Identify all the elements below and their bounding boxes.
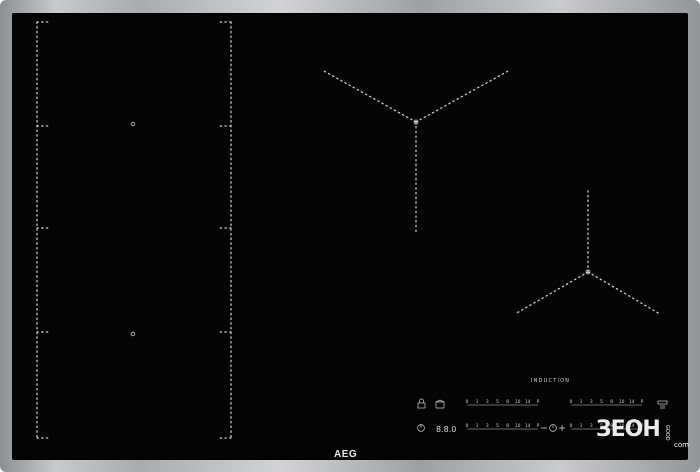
flex-induction-zones xyxy=(36,21,232,439)
slider-tick-label: 1 xyxy=(476,423,479,428)
watermark-side-text: GOOD xyxy=(664,425,670,441)
brand-logo: AEG xyxy=(334,449,358,460)
hob-to-hood-icon[interactable] xyxy=(657,400,668,409)
slider-tick-label: 8 xyxy=(506,423,509,428)
cooking-zone-top-right xyxy=(321,69,511,233)
timer-icon[interactable] xyxy=(549,424,557,432)
slider-tick-label: 1 xyxy=(580,423,583,428)
cooking-zone-bottom-right xyxy=(514,187,661,315)
slider-tick-label: P xyxy=(537,399,540,404)
zone-arm xyxy=(514,271,589,315)
plus-icon[interactable] xyxy=(559,425,565,431)
slider-tick-label: 8 xyxy=(506,399,509,404)
slider-tick-label: 1 xyxy=(580,399,583,404)
slider-tick-label: 5 xyxy=(496,399,499,404)
power-slider-bottom-left[interactable]: 0 1 3 5 8 10 14 P xyxy=(466,423,540,430)
slider-tick-label: 8 xyxy=(610,399,613,404)
slider-tick-label: P xyxy=(641,399,644,404)
power-slider-top-left[interactable]: 0 1 3 5 8 10 14 P xyxy=(466,399,540,406)
slider-tick-label: 10 xyxy=(619,399,625,404)
slider-tick-label: 0 xyxy=(570,423,573,428)
induction-label: INDUCTION xyxy=(531,378,571,384)
power-slider-top-right[interactable]: 0 1 3 5 8 10 14 P xyxy=(570,399,644,406)
slider-tick-label: 3 xyxy=(486,423,489,428)
slider-tick-label: 14 xyxy=(629,399,635,404)
slider-tick-label: 3 xyxy=(590,399,593,404)
slider-tick-label: 0 xyxy=(466,399,469,404)
bridge-icon[interactable] xyxy=(435,399,445,409)
slider-tick-label: 10 xyxy=(515,423,521,428)
zone-arm xyxy=(415,69,511,123)
slider-tick-label: 10 xyxy=(515,399,521,404)
watermark-domain: com xyxy=(674,441,689,449)
slider-tick-label: 0 xyxy=(466,423,469,428)
slider-tick-label: P xyxy=(537,423,540,428)
timer-display: 8.8.0 xyxy=(436,425,456,434)
slider-tick-label: 14 xyxy=(525,399,531,404)
slider-tick-label: 0 xyxy=(570,399,573,404)
zone-arm xyxy=(321,69,417,123)
zone-arm xyxy=(587,271,661,315)
zone-markings: 0 1 3 5 8 10 14 P0 1 3 5 8 10 14 P0 1 3 5 8 10 14 P0 1 3 5 8 10 14 P… xyxy=(36,21,668,439)
slider-tick-label: 5 xyxy=(496,423,499,428)
slider-tick-label: 1 xyxy=(476,399,479,404)
slider-tick-label: 3 xyxy=(486,399,489,404)
store-watermark: ЗЕОН GOOD com xyxy=(590,417,698,461)
watermark-logo: ЗЕОН xyxy=(596,417,661,442)
flex-zone-center-marker xyxy=(130,121,136,127)
lock-icon[interactable] xyxy=(417,398,426,409)
power-icon[interactable] xyxy=(417,424,425,432)
slider-tick-label: 14 xyxy=(525,423,531,428)
slider-tick-label: 5 xyxy=(600,399,603,404)
flex-zone-center-marker xyxy=(130,331,136,337)
